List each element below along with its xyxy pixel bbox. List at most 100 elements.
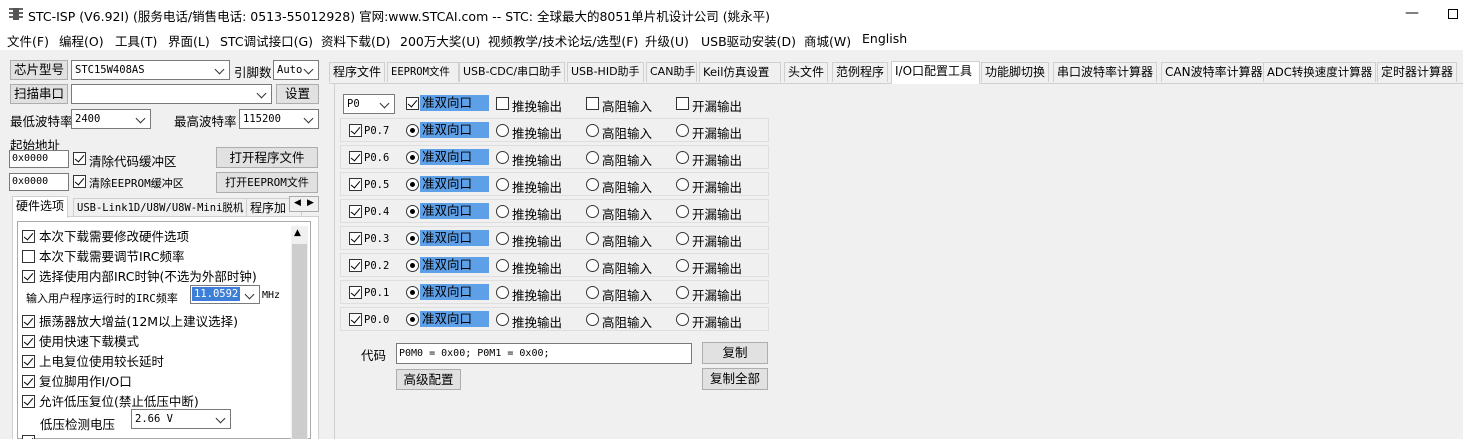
pin-p04-highz-radio[interactable] xyxy=(586,205,599,218)
pin-p03-pushpull-radio[interactable] xyxy=(496,232,509,245)
pin-p00-pushpull-radio[interactable] xyxy=(496,313,509,326)
menu-english[interactable]: English xyxy=(862,31,907,46)
tab-usb-cdc[interactable]: USB-CDC/串口助手 xyxy=(459,62,565,82)
menu-store[interactable]: 商城(W) xyxy=(804,31,851,50)
menu-upgrade[interactable]: 升级(U) xyxy=(645,31,689,50)
pin-p07-checkbox[interactable] xyxy=(349,124,362,137)
maximize-button[interactable] xyxy=(1442,2,1462,24)
pin-p04-checkbox[interactable] xyxy=(349,205,362,218)
hw-option-2[interactable]: 选择使用内部IRC时钟(不选为外部时钟) xyxy=(22,266,257,285)
hw-option-checkbox[interactable] xyxy=(22,435,35,439)
tab-uart-baud[interactable]: 串口波特率计算器 xyxy=(1053,62,1158,82)
menu-prize[interactable]: 200万大奖(U) xyxy=(400,31,480,50)
tab-io-config[interactable]: I/O口配置工具 xyxy=(891,61,980,84)
hw-option-checkbox[interactable] xyxy=(22,315,35,328)
pin-p03-highz-radio[interactable] xyxy=(586,232,599,245)
tab-can-baud[interactable]: CAN波特率计算器 xyxy=(1161,62,1267,82)
hw-option-7[interactable]: 复位脚用作I/O口 xyxy=(22,371,132,390)
pin-p06-highz-radio[interactable] xyxy=(586,151,599,164)
open-program-file-button[interactable]: 打开程序文件 xyxy=(216,147,318,168)
hw-scroll-thumb[interactable] xyxy=(292,244,307,439)
low-voltage-select[interactable]: 2.66 V xyxy=(131,409,231,429)
menu-download[interactable]: 资料下载(D) xyxy=(321,31,390,50)
pin-p07-highz-radio[interactable] xyxy=(586,124,599,137)
port-select[interactable]: P0 xyxy=(343,94,395,114)
pin-p01-quasi-radio[interactable] xyxy=(406,286,419,299)
pin-p02-pushpull-radio[interactable] xyxy=(496,259,509,272)
advanced-config-button[interactable]: 高级配置 xyxy=(396,369,461,390)
pin-p00-opendrain-radio[interactable] xyxy=(676,313,689,326)
all-opendrain-checkbox[interactable] xyxy=(676,97,689,110)
minimize-button[interactable]: — xyxy=(1400,2,1424,24)
menu-interface[interactable]: 界面(L) xyxy=(168,31,210,50)
pin-p03-quasi-radio[interactable] xyxy=(406,232,419,245)
menu-file[interactable]: 文件(F) xyxy=(7,31,49,50)
hw-option-0[interactable]: 本次下载需要修改硬件选项 xyxy=(22,226,189,245)
menu-video[interactable]: 视频教学/技术论坛/选型(F) xyxy=(488,31,638,50)
tab-pin-switch[interactable]: 功能脚切换 xyxy=(981,62,1050,82)
pin-p01-pushpull-radio[interactable] xyxy=(496,286,509,299)
hw-option-checkbox[interactable] xyxy=(22,250,35,263)
tab-program-file[interactable]: 程序文件 xyxy=(329,62,386,82)
pin-p06-opendrain-radio[interactable] xyxy=(676,151,689,164)
hw-option-checkbox[interactable] xyxy=(22,335,35,348)
pins-select[interactable]: Auto xyxy=(273,60,319,80)
pin-p07-pushpull-radio[interactable] xyxy=(496,124,509,137)
pin-p00-quasi-radio[interactable] xyxy=(406,313,419,326)
subtab-usb-link[interactable]: USB-Link1D/U8W/U8W-Mini脱机 xyxy=(73,198,248,218)
pin-p06-checkbox[interactable] xyxy=(349,151,362,164)
pin-p05-checkbox[interactable] xyxy=(349,178,362,191)
pin-p06-pushpull-radio[interactable] xyxy=(496,151,509,164)
chip-model-select[interactable]: STC15W408AS xyxy=(71,60,230,80)
hw-option-5[interactable]: 使用快速下载模式 xyxy=(22,331,139,350)
hw-option-6[interactable]: 上电复位使用较长延时 xyxy=(22,351,164,370)
hw-option-checkbox[interactable] xyxy=(22,355,35,368)
max-baud-select[interactable]: 115200 xyxy=(239,109,319,129)
all-pushpull-checkbox[interactable] xyxy=(496,97,509,110)
min-baud-select[interactable]: 2400 xyxy=(71,109,151,129)
serial-port-select[interactable] xyxy=(71,84,272,104)
hw-option-4[interactable]: 振荡器放大增益(12M以上建议选择) xyxy=(22,311,238,330)
hw-option-checkbox[interactable] xyxy=(22,395,35,408)
tab-adc-speed[interactable]: ADC转换速度计算器 xyxy=(1263,62,1377,82)
pin-p00-checkbox[interactable] xyxy=(349,313,362,326)
pin-p04-quasi-radio[interactable] xyxy=(406,205,419,218)
pin-p01-highz-radio[interactable] xyxy=(586,286,599,299)
hw-option-1[interactable]: 本次下载需要调节IRC频率 xyxy=(22,246,184,265)
tab-eeprom-file[interactable]: EEPROM文件 xyxy=(387,62,459,82)
eeprom-start-address-input[interactable]: 0x0000 xyxy=(9,173,69,191)
clear-eeprom-checkbox[interactable] xyxy=(73,175,86,188)
pin-p03-opendrain-radio[interactable] xyxy=(676,232,689,245)
pin-p00-highz-radio[interactable] xyxy=(586,313,599,326)
subtab-hardware[interactable]: 硬件选项 xyxy=(12,196,69,218)
clear-code-checkbox[interactable] xyxy=(73,152,86,165)
settings-button[interactable]: 设置 xyxy=(276,84,319,104)
tab-usb-hid[interactable]: USB-HID助手 xyxy=(567,62,644,82)
copy-all-button[interactable]: 复制全部 xyxy=(702,368,768,390)
scan-port-button[interactable]: 扫描串口 xyxy=(10,84,68,104)
pin-p05-quasi-radio[interactable] xyxy=(406,178,419,191)
chip-model-button[interactable]: 芯片型号 xyxy=(10,60,68,80)
pin-p06-quasi-radio[interactable] xyxy=(406,151,419,164)
hw-option-8[interactable]: 允许低压复位(禁止低压中断) xyxy=(22,391,199,410)
pin-p05-pushpull-radio[interactable] xyxy=(496,178,509,191)
pin-p07-quasi-radio[interactable] xyxy=(406,124,419,137)
pin-p01-checkbox[interactable] xyxy=(349,286,362,299)
tab-examples[interactable]: 范例程序 xyxy=(832,62,889,82)
hw-option-checkbox[interactable] xyxy=(22,270,35,283)
pin-p07-opendrain-radio[interactable] xyxy=(676,124,689,137)
pin-p02-highz-radio[interactable] xyxy=(586,259,599,272)
hw-option-checkbox[interactable] xyxy=(22,230,35,243)
all-highz-checkbox[interactable] xyxy=(586,97,599,110)
menu-program[interactable]: 编程(O) xyxy=(59,31,104,50)
all-quasi-checkbox[interactable] xyxy=(406,97,419,110)
menu-usb-driver[interactable]: USB驱动安装(D) xyxy=(701,31,796,50)
code-start-address-input[interactable]: 0x0000 xyxy=(9,150,69,168)
pin-p02-quasi-radio[interactable] xyxy=(406,259,419,272)
menu-tools[interactable]: 工具(T) xyxy=(115,31,157,50)
subtab-scroller[interactable]: ◀ ▶ xyxy=(289,196,319,212)
pin-p05-opendrain-radio[interactable] xyxy=(676,178,689,191)
pin-p02-checkbox[interactable] xyxy=(349,259,362,272)
tab-keil[interactable]: Keil仿真设置 xyxy=(699,62,781,82)
pin-p04-opendrain-radio[interactable] xyxy=(676,205,689,218)
